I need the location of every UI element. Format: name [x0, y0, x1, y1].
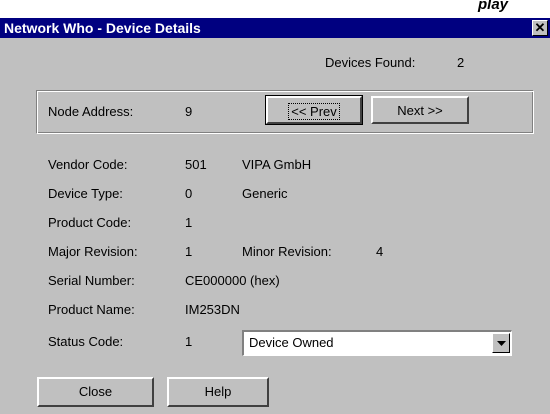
product-code-label: Product Code: [48, 215, 132, 230]
prev-button-label: << Prev [288, 103, 340, 120]
minor-revision-value: 4 [376, 244, 384, 259]
vendor-code-value: 501 [185, 157, 207, 172]
prev-button[interactable]: << Prev [265, 95, 363, 125]
minor-revision-label: Minor Revision: [242, 244, 332, 259]
status-code-value: 1 [185, 334, 193, 349]
title-bar[interactable]: Network Who - Device Details ✕ [0, 18, 550, 38]
status-select-value: Device Owned [249, 335, 334, 350]
next-button-label: Next >> [397, 103, 443, 118]
status-select[interactable]: Device Owned [242, 330, 512, 356]
devices-found-label: Devices Found: [325, 55, 416, 70]
next-button[interactable]: Next >> [371, 96, 469, 124]
help-button-label: Help [204, 384, 232, 399]
status-select-button[interactable] [492, 333, 510, 353]
close-button-label: Close [78, 384, 113, 399]
window-title: Network Who - Device Details [4, 20, 201, 36]
serial-number-label: Serial Number: [48, 273, 135, 288]
device-details-window: play Network Who - Device Details ✕ Devi… [0, 0, 550, 414]
close-button[interactable]: Close [37, 377, 154, 407]
help-button[interactable]: Help [167, 377, 269, 407]
close-icon[interactable]: ✕ [532, 20, 548, 36]
background-caption: play [477, 0, 508, 13]
device-type-name-value: Generic [242, 186, 288, 201]
major-revision-label: Major Revision: [48, 244, 138, 259]
node-address-value: 9 [185, 104, 193, 119]
device-type-value: 0 [185, 186, 193, 201]
vendor-code-label: Vendor Code: [48, 157, 128, 172]
node-address-label: Node Address: [48, 104, 134, 119]
chevron-down-icon [497, 341, 506, 346]
background-area: play [0, 0, 550, 20]
serial-number-value: CE000000 (hex) [185, 273, 280, 288]
product-name-value: IM253DN [185, 302, 240, 317]
product-code-value: 1 [185, 215, 193, 230]
major-revision-value: 1 [185, 244, 193, 259]
vendor-name-value: VIPA GmbH [242, 157, 312, 172]
status-code-label: Status Code: [48, 334, 124, 349]
product-name-label: Product Name: [48, 302, 135, 317]
devices-found-value: 2 [457, 55, 465, 70]
device-type-label: Device Type: [48, 186, 123, 201]
